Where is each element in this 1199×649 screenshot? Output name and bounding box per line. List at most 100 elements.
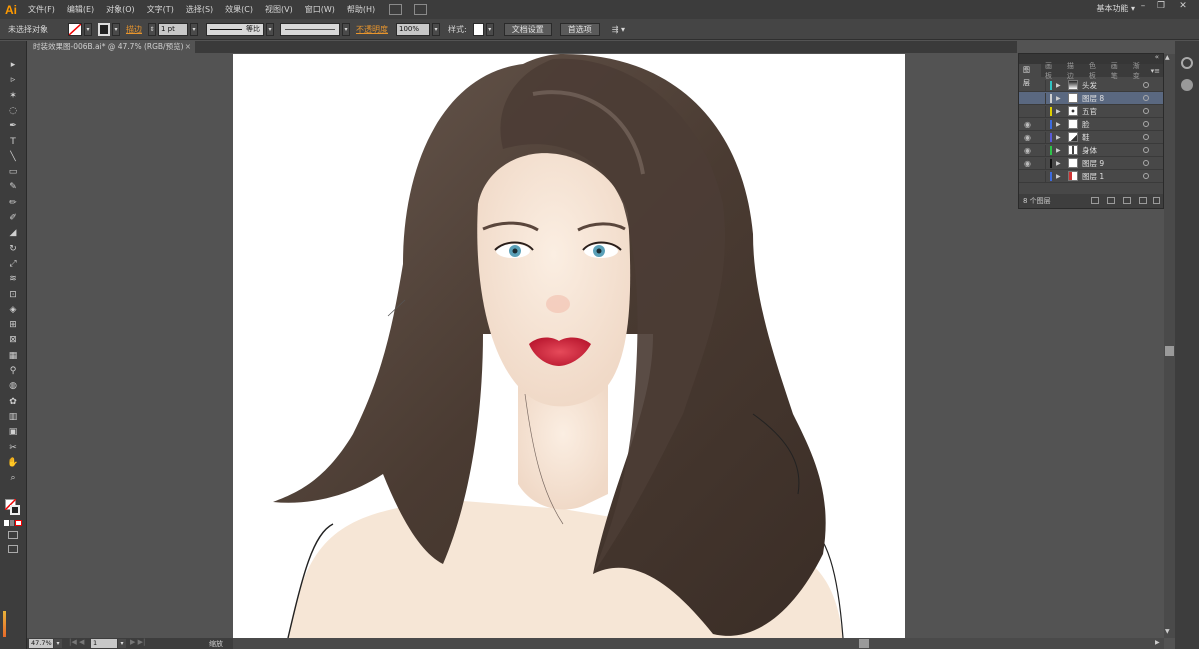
fill-dropdown[interactable]: ▾ <box>84 22 92 36</box>
layer-row[interactable]: ◉ ▶ 脸 <box>1019 118 1163 131</box>
appearance-icon[interactable] <box>1181 79 1193 91</box>
brush-dropdown[interactable]: ▾ <box>342 22 350 36</box>
artboard-icon[interactable]: ▣ <box>7 426 19 438</box>
target-circle-icon[interactable] <box>1143 160 1149 166</box>
rotate-icon[interactable]: ↻ <box>7 243 19 255</box>
visibility-eye-icon[interactable]: ◉ <box>1024 131 1034 144</box>
expand-arrow-icon[interactable]: ▶ <box>1056 79 1061 92</box>
tab-layers[interactable]: 图层 <box>1019 64 1041 87</box>
style-dropdown[interactable]: ▾ <box>485 22 494 36</box>
lock-toggle[interactable] <box>1036 171 1046 182</box>
expand-arrow-icon[interactable]: ▶ <box>1056 131 1061 144</box>
layer-row[interactable]: ◉ ▶ 身体 <box>1019 144 1163 157</box>
screen-mode-icon[interactable] <box>8 545 18 553</box>
first-artboard-icon[interactable]: |◀ ◀ <box>69 638 84 646</box>
scale-icon[interactable]: ⤢ <box>7 258 19 270</box>
layer-name[interactable]: 图层 9 <box>1082 157 1104 170</box>
target-circle-icon[interactable] <box>1143 95 1149 101</box>
workspace-switcher[interactable]: 基本功能 ▾ <box>1096 0 1135 19</box>
stroke-color-icon[interactable] <box>10 505 20 515</box>
collapse-icon[interactable]: « <box>1155 53 1159 61</box>
opacity-link[interactable]: 不透明度 <box>356 24 388 35</box>
blob-brush-icon[interactable]: ✐ <box>7 212 19 224</box>
profile-dropdown[interactable]: ▾ <box>266 22 274 36</box>
current-tool-status[interactable]: 缩放 <box>209 639 223 649</box>
stroke-link[interactable]: 描边 <box>126 24 142 35</box>
lock-toggle[interactable] <box>1036 119 1046 130</box>
scroll-down-icon[interactable]: ▼ <box>1165 628 1170 635</box>
menu-edit[interactable]: 编辑(E) <box>61 0 100 19</box>
create-sublayer-icon[interactable] <box>1123 197 1131 204</box>
lock-toggle[interactable] <box>1036 80 1046 91</box>
stroke-swatch[interactable] <box>98 22 110 36</box>
target-circle-icon[interactable] <box>1143 134 1149 140</box>
eyedropper-icon[interactable]: ⚲ <box>7 365 19 377</box>
tab-gradient[interactable]: 渐变 <box>1129 61 1151 81</box>
opacity-input[interactable]: 100% <box>396 22 430 36</box>
selection-icon[interactable]: ▸ <box>7 59 19 71</box>
lock-toggle[interactable] <box>1036 145 1046 156</box>
line-icon[interactable]: ╲ <box>7 151 19 163</box>
menu-window[interactable]: 窗口(W) <box>299 0 341 19</box>
brush-definition[interactable] <box>280 22 340 36</box>
menu-type[interactable]: 文字(T) <box>141 0 180 19</box>
warp-icon[interactable]: ≋ <box>7 273 19 285</box>
vertical-scroll-thumb[interactable] <box>1165 346 1174 356</box>
visibility-eye-icon[interactable]: ◉ <box>1024 144 1034 157</box>
tab-artboards[interactable]: 画板 <box>1041 61 1063 81</box>
panel-menu-icon[interactable]: ▾≡ <box>1151 67 1160 75</box>
next-artboard-icon[interactable]: ▶ ▶| <box>130 638 145 646</box>
zoom-dropdown[interactable]: ▾ <box>54 639 62 648</box>
artboard-canvas[interactable] <box>233 54 905 638</box>
variable-width-profile[interactable]: 等比 <box>206 22 264 36</box>
layer-row[interactable]: ◉ ▶ 图层 9 <box>1019 157 1163 170</box>
blend-icon[interactable]: ◍ <box>7 380 19 392</box>
layer-name[interactable]: 五官 <box>1082 105 1097 118</box>
tab-close-icon[interactable]: × <box>185 41 191 53</box>
align-options-icon[interactable]: ⇶ ▾ <box>612 25 625 34</box>
lock-toggle[interactable] <box>1036 132 1046 143</box>
target-circle-icon[interactable] <box>1143 147 1149 153</box>
color-mode-buttons[interactable] <box>4 520 23 526</box>
layer-name[interactable]: 鞋 <box>1082 131 1090 144</box>
slice-icon[interactable]: ✂ <box>7 442 19 454</box>
stroke-weight-dropdown[interactable]: ▾ <box>190 22 198 36</box>
magic-wand-icon[interactable]: ✶ <box>7 90 19 102</box>
layer-name[interactable]: 脸 <box>1082 118 1090 131</box>
layer-row[interactable]: ▶ 图层 8 <box>1019 92 1163 105</box>
menu-select[interactable]: 选择(S) <box>180 0 219 19</box>
fill-swatch[interactable] <box>68 22 82 36</box>
target-circle-icon[interactable] <box>1143 82 1149 88</box>
tab-brushes[interactable]: 画笔 <box>1107 61 1129 81</box>
expand-arrow-icon[interactable]: ▶ <box>1056 157 1061 170</box>
expand-arrow-icon[interactable]: ▶ <box>1056 92 1061 105</box>
close-icon[interactable]: ✕ <box>1176 1 1190 12</box>
expand-arrow-icon[interactable]: ▶ <box>1056 144 1061 157</box>
stroke-dropdown[interactable]: ▾ <box>112 22 120 36</box>
maximize-icon[interactable]: ❐ <box>1154 1 1168 12</box>
layer-row[interactable]: ▶ 五官 <box>1019 105 1163 118</box>
menu-view[interactable]: 视图(V) <box>259 0 299 19</box>
stroke-weight-stepper[interactable]: ⇕ <box>148 22 156 36</box>
lock-toggle[interactable] <box>1036 93 1046 104</box>
layer-row[interactable]: ◉ ▶ 鞋 <box>1019 131 1163 144</box>
rectangle-icon[interactable]: ▭ <box>7 166 19 178</box>
make-clipping-mask-icon[interactable] <box>1107 197 1115 204</box>
lasso-icon[interactable]: ◌ <box>7 105 19 117</box>
menu-effect[interactable]: 效果(C) <box>219 0 259 19</box>
menu-file[interactable]: 文件(F) <box>22 0 61 19</box>
stroke-weight-input[interactable]: 1 pt <box>158 22 188 36</box>
pencil-icon[interactable]: ✏ <box>7 197 19 209</box>
artboard-number-input[interactable]: 1 <box>91 639 117 648</box>
minimize-icon[interactable]: – <box>1136 1 1150 12</box>
paintbrush-icon[interactable]: ✎ <box>7 181 19 193</box>
perspective-icon[interactable]: ⊞ <box>7 319 19 331</box>
tab-stroke[interactable]: 描边 <box>1063 61 1085 81</box>
layer-name[interactable]: 头发 <box>1082 79 1097 92</box>
expand-arrow-icon[interactable]: ▶ <box>1056 118 1061 131</box>
free-transform-icon[interactable]: ⊡ <box>7 289 19 301</box>
layer-name[interactable]: 身体 <box>1082 144 1097 157</box>
zoom-icon[interactable]: ⌕ <box>7 472 19 484</box>
lock-toggle[interactable] <box>1036 106 1046 117</box>
locate-object-icon[interactable] <box>1091 197 1099 204</box>
